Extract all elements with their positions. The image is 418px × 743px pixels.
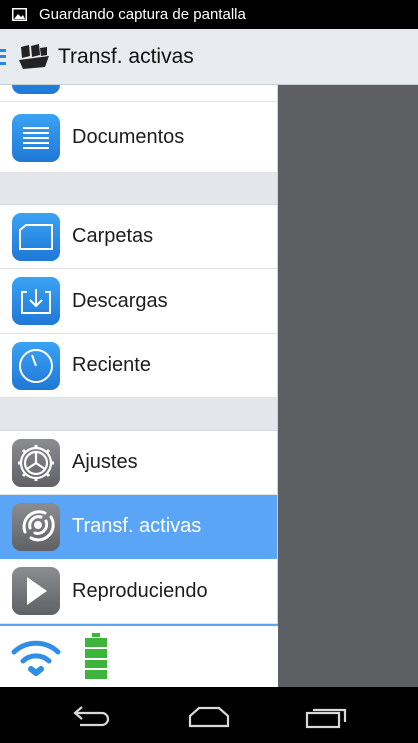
drawer-item-now-playing[interactable]: Reproduciendo [0,559,277,624]
photos-icon [12,85,60,94]
status-notification-text: Guardando captura de pantalla [39,6,246,23]
system-navigation-bar [0,687,418,743]
drawer-item-folders[interactable]: Carpetas [0,205,277,269]
drawer-item-downloads[interactable]: Descargas [0,269,277,334]
drawer-item-settings[interactable]: Ajustes [0,431,277,495]
drawer-footer [0,624,278,687]
section-divider [0,398,277,431]
drawer-item-label: Documentos [72,125,185,148]
drawer-item-label: Transf. activas [72,515,202,537]
drawer-item-label: Descargas [72,289,168,312]
status-bar: Guardando captura de pantalla [0,0,418,29]
documents-icon [12,114,60,162]
folder-icon [12,213,60,261]
navigation-drawer: Documentos Carpetas Descargas Reciente A… [0,85,278,687]
drawer-item-label: Ajustes [72,451,138,473]
content-scrim[interactable] [278,85,418,687]
clock-icon [12,342,60,390]
recent-apps-icon[interactable] [304,704,350,730]
drawer-item-photos[interactable] [0,85,277,102]
ship-logo-icon[interactable] [18,43,50,71]
back-icon[interactable] [72,704,114,728]
drawer-item-label: Reproduciendo [72,579,208,602]
drawer-item-label: Carpetas [72,225,154,247]
section-divider [0,173,277,205]
drawer-item-documents[interactable]: Documentos [0,102,277,173]
battery-icon [85,633,107,679]
home-icon[interactable] [186,705,232,729]
gear-icon [12,439,60,487]
wifi-icon [11,640,61,676]
play-icon [12,567,60,615]
drawer-indicator-icon[interactable] [0,48,6,65]
drawer-item-label: Reciente [72,354,151,376]
transfers-icon [12,503,60,551]
page-title: Transf. activas [58,44,194,68]
drawer-item-recent[interactable]: Reciente [0,334,277,398]
action-bar: Transf. activas [0,29,418,85]
download-tray-icon [12,277,60,325]
drawer-item-active-transfers[interactable]: Transf. activas [0,495,277,559]
image-icon [12,8,27,21]
